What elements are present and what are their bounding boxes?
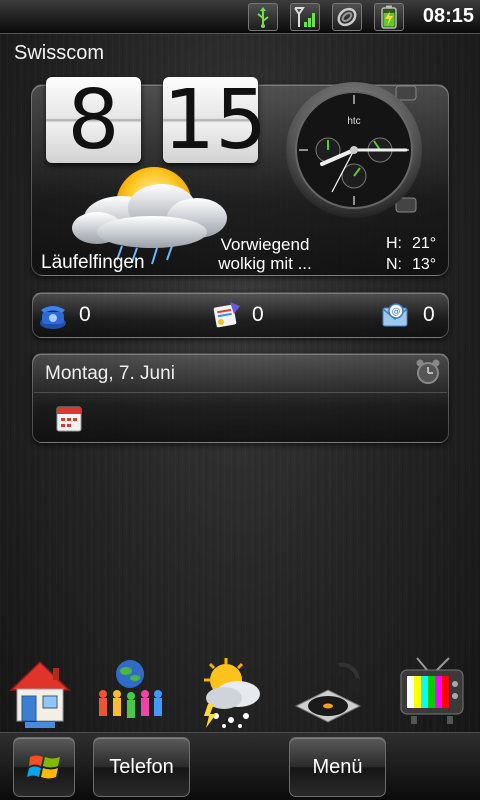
weather-high-label: H:: [386, 235, 402, 252]
weather-high-value: 21°: [412, 235, 437, 252]
status-bar: 08:15: [0, 0, 480, 34]
windows-start-icon: [27, 755, 60, 779]
weather-low: N: 13°: [386, 256, 436, 274]
weather-icon[interactable]: [196, 656, 266, 730]
email-count[interactable]: 0: [423, 303, 435, 327]
menu-button[interactable]: Menü: [289, 737, 386, 797]
calendar-icon[interactable]: [55, 403, 83, 433]
flip-clock-minutes[interactable]: 15: [163, 77, 267, 165]
phone-icon[interactable]: [38, 300, 68, 330]
sms-icon[interactable]: [212, 300, 242, 330]
calendar-date[interactable]: Montag, 7. Juni: [45, 363, 175, 385]
weather-city[interactable]: Läufelfingen: [41, 252, 145, 274]
analog-clock[interactable]: htc: [278, 80, 438, 220]
music-icon[interactable]: [292, 656, 362, 730]
home-icon[interactable]: [5, 656, 75, 730]
flip-clock-hours[interactable]: 8: [46, 77, 141, 165]
weather-low-value: 13°: [412, 256, 437, 273]
weather-condition-line1: Vorwiegend: [220, 235, 310, 254]
start-button[interactable]: [13, 737, 75, 797]
clock-brand: htc: [347, 116, 360, 127]
missed-calls-count[interactable]: 0: [79, 303, 91, 327]
weather-low-label: N:: [386, 256, 402, 273]
sms-count[interactable]: 0: [252, 303, 264, 327]
people-icon[interactable]: [95, 656, 165, 730]
battery-charging-icon[interactable]: [374, 3, 404, 31]
status-time[interactable]: 08:15: [423, 5, 474, 28]
weather-condition: Vorwiegend wolkig mit ...: [205, 235, 325, 273]
tv-icon[interactable]: [397, 656, 467, 730]
phone-button[interactable]: Telefon: [93, 737, 190, 797]
svg-text:@: @: [392, 307, 401, 317]
email-icon[interactable]: @: [380, 300, 410, 330]
usb-icon[interactable]: [248, 3, 278, 31]
alarm-clock-icon[interactable]: [414, 358, 442, 386]
weather-condition-line2: wolkig mit ...: [218, 254, 312, 273]
data-sync-icon[interactable]: [332, 3, 362, 31]
calendar-divider: [34, 392, 447, 393]
weather-high: H: 21°: [386, 235, 436, 253]
carrier-name: Swisscom: [14, 42, 105, 64]
signal-icon[interactable]: [290, 3, 320, 31]
